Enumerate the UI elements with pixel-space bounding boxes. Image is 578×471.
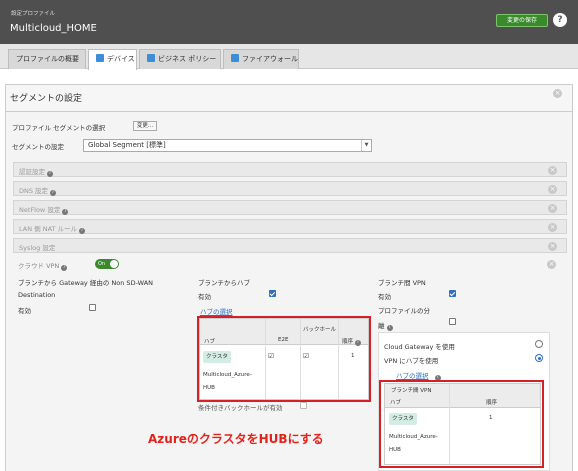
page-title: Multicloud_HOME xyxy=(10,23,97,34)
select-hub-link[interactable]: ハブの選択 xyxy=(200,306,233,316)
change-segment-button[interactable]: 変更... xyxy=(133,121,157,131)
tab-label: デバイス xyxy=(107,55,135,63)
non-sdwan-enabled-label: 有効 xyxy=(18,307,31,315)
info-icon: i xyxy=(386,325,393,331)
section-label: NetFlow 設定 xyxy=(19,206,61,214)
close-icon[interactable]: × xyxy=(548,204,557,213)
device-icon xyxy=(96,54,104,62)
section-dns-settings[interactable]: DNS 設定 i × xyxy=(13,181,567,196)
policy-icon xyxy=(147,54,155,62)
tab-device[interactable]: デバイス xyxy=(88,49,137,70)
cloud-vpn-label: クラウド VPN i xyxy=(18,260,68,271)
cloud-vpn-toggle[interactable]: On xyxy=(95,259,119,269)
section-syslog-settings[interactable]: Syslog 設定 × xyxy=(13,238,567,253)
info-icon: i xyxy=(62,209,69,215)
info-icon: i xyxy=(61,265,68,271)
tab-bar: プロファイルの概要 デバイス ビジネス ポリシー ファイアウォール xyxy=(0,44,578,70)
highlight-box xyxy=(379,380,544,468)
segment-setting-label: セグメントの設定 xyxy=(12,143,64,151)
tab-label: ビジネス ポリシー xyxy=(158,55,217,63)
branch-to-hub-enabled-label: 有効 xyxy=(198,293,211,301)
info-icon: i xyxy=(79,228,86,234)
section-auth-settings[interactable]: 認証設定 i × xyxy=(13,162,567,177)
section-netflow-settings[interactable]: NetFlow 設定 i × xyxy=(13,200,567,215)
section-label: LAN 側 NAT ルール xyxy=(19,225,78,233)
segment-select[interactable]: Global Segment [標準] ▼ xyxy=(83,139,372,152)
tab-firewall[interactable]: ファイアウォール xyxy=(223,49,299,69)
branch-to-branch-enabled-label: 有効 xyxy=(378,293,391,301)
tab-label: ファイアウォール xyxy=(242,55,298,63)
non-sdwan-title: ブランチから Gateway 経由の Non SD-WAN xyxy=(18,279,154,287)
info-icon: i xyxy=(47,171,53,177)
close-icon[interactable]: × xyxy=(547,260,556,269)
chevron-down-icon: ▼ xyxy=(361,140,371,151)
highlight-box xyxy=(197,316,371,402)
section-label: 認証設定 xyxy=(19,168,45,176)
segment-section-header xyxy=(5,84,573,112)
use-cloud-gateway-label: Cloud Gateway を使用 xyxy=(384,343,455,351)
close-icon[interactable]: × xyxy=(548,242,557,251)
use-hub-for-vpn-radio[interactable] xyxy=(535,354,543,362)
use-cloud-gateway-radio[interactable] xyxy=(535,340,543,348)
branch-to-hub-enabled-checkbox[interactable] xyxy=(269,290,276,297)
firewall-icon xyxy=(231,54,239,62)
non-sdwan-title-2: Destination xyxy=(18,291,56,299)
close-section-icon[interactable]: × xyxy=(553,89,562,98)
close-icon[interactable]: × xyxy=(548,185,557,194)
branch-to-branch-enabled-checkbox[interactable] xyxy=(449,290,456,297)
tab-business-policy[interactable]: ビジネス ポリシー xyxy=(139,49,221,69)
non-sdwan-enabled-checkbox[interactable] xyxy=(89,304,96,311)
app-header: 設定プロファイル Multicloud_HOME 変更の保存 ? xyxy=(0,0,578,44)
section-title: セグメントの設定 xyxy=(10,94,83,104)
save-changes-button[interactable]: 変更の保存 xyxy=(496,14,548,27)
breadcrumb[interactable]: 設定プロファイル xyxy=(11,9,55,17)
help-icon[interactable]: ? xyxy=(553,13,567,27)
conditional-backhaul-checkbox[interactable] xyxy=(300,402,307,409)
use-hub-for-vpn-label: VPN にハブを使用 xyxy=(384,357,439,365)
section-lan-nat-rules[interactable]: LAN 側 NAT ルール i × xyxy=(13,219,567,234)
segment-select-value: Global Segment [標準] xyxy=(88,141,166,149)
tab-label: プロファイルの概要 xyxy=(16,55,79,63)
branch-to-branch-title: ブランチ間 VPN xyxy=(378,279,426,287)
close-icon[interactable]: × xyxy=(548,223,557,232)
close-icon[interactable]: × xyxy=(548,166,557,175)
tab-profile-overview[interactable]: プロファイルの概要 xyxy=(8,49,86,69)
info-icon: i xyxy=(50,190,57,196)
profile-isolation-label-2: 離i xyxy=(378,320,393,331)
section-label: DNS 設定 xyxy=(19,187,49,195)
branch-to-hub-title: ブランチからハブ xyxy=(198,279,250,287)
profile-segment-select-label: プロファイル セグメントの選択 xyxy=(12,124,106,132)
section-label: Syslog 設定 xyxy=(19,244,56,252)
profile-isolation-checkbox[interactable] xyxy=(449,318,456,325)
annotation-text: AzureのクラスタをHUBにする xyxy=(148,432,324,446)
profile-isolation-label: プロファイルの分 xyxy=(378,307,430,315)
conditional-backhaul-label: 条件付きバックホールが有効 xyxy=(198,404,283,412)
